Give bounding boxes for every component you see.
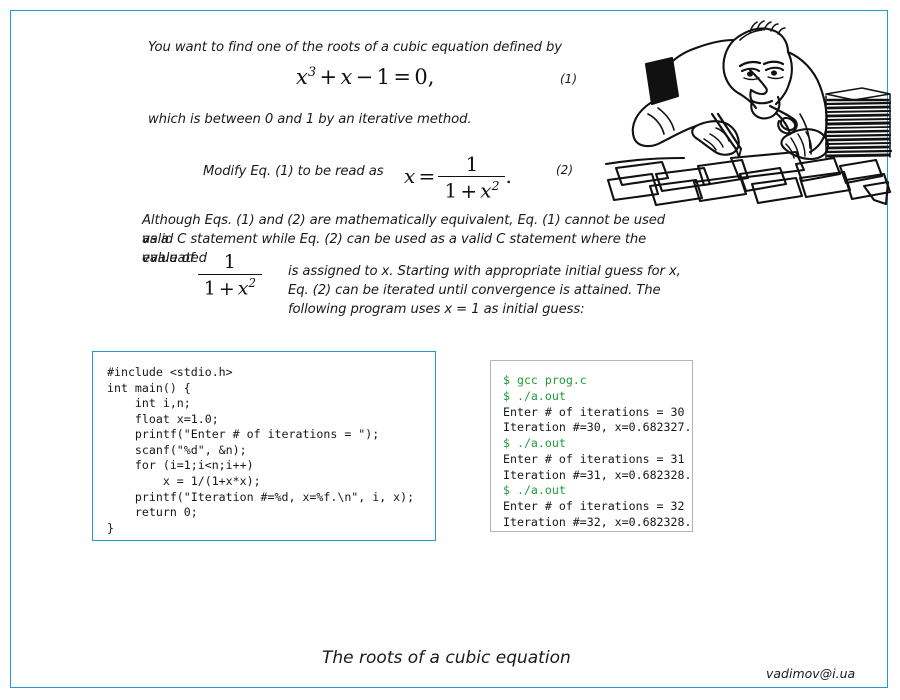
eq2-equals: = — [418, 164, 436, 189]
inline-fraction-body: 1 1 + x2 — [198, 251, 262, 300]
code-block: #include <stdio.h> int main() { int i,n;… — [92, 351, 436, 541]
terminal-line-1: $ ./a.out — [503, 388, 566, 403]
modify-lead-text: Modify Eq. (1) to be read as — [203, 164, 384, 179]
eq2-var: x — [404, 164, 416, 189]
inline-frac-den-plus: + — [218, 277, 235, 300]
terminal-line-7: $ ./a.out — [503, 483, 566, 498]
eq2-period: . — [505, 164, 512, 189]
eq1-term2: x — [340, 65, 353, 89]
eq2-numerator: 1 — [465, 152, 479, 176]
equation-2: x = 1 1 + x2. — [404, 152, 512, 204]
terminal-lines: $ gcc prog.c $ ./a.out Enter # of iterat… — [491, 361, 692, 531]
terminal-block: $ gcc prog.c $ ./a.out Enter # of iterat… — [490, 360, 693, 532]
inline-frac-numerator: 1 — [223, 251, 236, 273]
terminal-line-8: Enter # of iterations = 32 — [503, 499, 685, 514]
between-text: which is between 0 and 1 by an iterative… — [148, 112, 472, 127]
paragraph-line-6: following program uses x = 1 as initial … — [288, 302, 585, 317]
eq1-equals: = — [393, 65, 411, 89]
eq2-den-plus: + — [460, 179, 478, 204]
code-source: #include <stdio.h> int main() { int i,n;… — [107, 365, 415, 535]
equation-2-number: (2) — [556, 163, 573, 177]
terminal-line-5: Enter # of iterations = 31 — [503, 451, 685, 466]
cartoon-illustration-svg — [604, 20, 893, 207]
equation-1: x3 + x −1 = 0, — [296, 65, 434, 89]
terminal-line-6: Iteration #=31, x=0.682328. — [503, 467, 692, 482]
eq2-fraction: 1 1 + x2 — [438, 152, 506, 204]
terminal-line-2: Enter # of iterations = 30 — [503, 404, 685, 419]
inline-frac-den-var: x — [237, 277, 249, 300]
inline-frac-denominator: 1 + x2 — [198, 274, 262, 300]
intro-text: You want to find one of the roots of a c… — [148, 40, 562, 55]
author-email: vadimov@i.ua — [766, 666, 856, 681]
paragraph-line-5: Eq. (2) can be iterated until convergenc… — [288, 283, 661, 298]
eq2-denominator: 1 + x2 — [438, 176, 506, 204]
terminal-line-9: Iteration #=32, x=0.682328. — [503, 514, 692, 529]
eq1-rhs: 0, — [414, 65, 435, 89]
eq1-plus: + — [319, 65, 338, 89]
equation-1-number: (1) — [560, 72, 577, 86]
inline-frac-den-exponent: 2 — [248, 276, 256, 291]
eq1-minus: − — [355, 65, 374, 89]
eq2-den-exponent: 2 — [491, 178, 500, 194]
eq2-den-var: x — [480, 179, 492, 204]
paragraph-line-4: is assigned to x. Starting with appropri… — [288, 264, 681, 279]
eq1-lhs-var: x — [296, 65, 308, 89]
eq2-den-one: 1 — [444, 179, 458, 204]
inline-fraction: 1 1 + x2 — [198, 251, 262, 300]
terminal-line-4: $ ./a.out — [503, 436, 566, 451]
eq1-one: 1 — [376, 65, 390, 89]
slide-canvas: You want to find one of the roots of a c… — [0, 0, 900, 700]
eq1-lhs-exponent: 3 — [307, 65, 317, 80]
terminal-line-0: $ gcc prog.c — [503, 373, 587, 387]
inline-frac-den-one: 1 — [203, 277, 216, 300]
terminal-line-3: Iteration #=30, x=0.682327. — [503, 420, 692, 435]
man-writing-at-desk-cartoon — [600, 18, 893, 210]
slide-caption: The roots of a cubic equation — [322, 648, 571, 668]
